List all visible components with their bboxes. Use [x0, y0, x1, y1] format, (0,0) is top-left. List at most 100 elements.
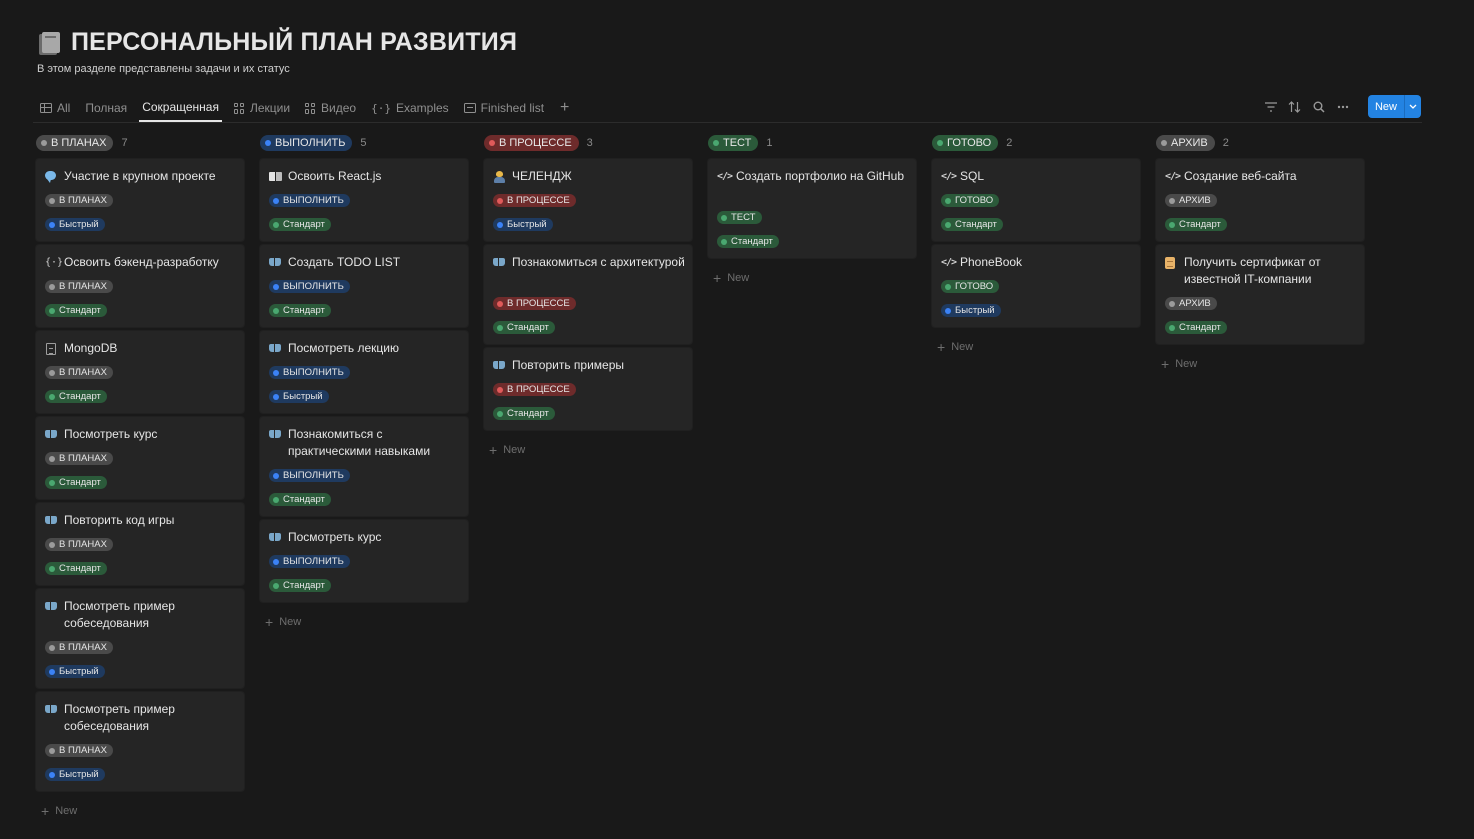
tab-lectures[interactable]: Лекции — [231, 94, 293, 122]
tag-label: Стандарт — [1179, 322, 1221, 333]
card-status-tag[interactable]: ВЫПОЛНИТЬ — [269, 469, 350, 482]
task-card[interactable]: MongoDB В ПЛАНАХ Стандарт — [36, 331, 244, 413]
books-icon — [37, 30, 61, 56]
task-card[interactable]: Освоить React.js ВЫПОЛНИТЬ Стандарт — [260, 159, 468, 241]
chevron-down-icon[interactable] — [1404, 95, 1421, 118]
card-speed-tag[interactable]: Стандарт — [45, 304, 107, 317]
tag-label: В ПРОЦЕССЕ — [507, 298, 570, 309]
task-card[interactable]: {·} Освоить бэкенд-разработку В ПЛАНАХ Стан… — [36, 245, 244, 327]
card-speed-tag[interactable]: Быстрый — [45, 218, 105, 231]
task-card[interactable]: Повторить примеры В ПРОЦЕССЕ Стандарт — [484, 348, 692, 430]
card-status-tag[interactable]: АРХИВ — [1165, 297, 1217, 310]
add-card-button[interactable]: + New — [265, 614, 301, 630]
column-status-pill[interactable]: ВЫПОЛНИТЬ — [260, 134, 353, 151]
card-title: Посмотреть курс — [288, 530, 382, 544]
card-speed-tag[interactable]: Стандарт — [493, 321, 555, 334]
column-status-pill[interactable]: ГОТОВО — [932, 134, 999, 151]
task-card[interactable]: Познакомиться с практическими навыками ВЫ… — [260, 417, 468, 516]
card-status-tag[interactable]: В ПЛАНАХ — [45, 744, 113, 757]
card-speed-tag[interactable]: Быстрый — [941, 304, 1001, 317]
card-speed-tag[interactable]: Быстрый — [493, 218, 553, 231]
more-icon[interactable] — [1336, 96, 1350, 118]
card-speed-tag[interactable]: Быстрый — [45, 665, 105, 678]
add-card-button[interactable]: + New — [713, 270, 749, 286]
book-icon — [269, 430, 281, 438]
braces-icon: {·} — [371, 101, 391, 115]
tag-dot — [1169, 324, 1175, 331]
column-status-pill[interactable]: ТЕСТ — [708, 134, 759, 151]
column-status-pill[interactable]: В ПЛАНАХ — [36, 134, 114, 151]
card-status-tag[interactable]: В ПЛАНАХ — [45, 452, 113, 465]
sort-icon[interactable] — [1288, 96, 1302, 118]
column-status-pill[interactable]: В ПРОЦЕССЕ — [484, 134, 579, 151]
task-card[interactable]: ЧЕЛЕНДЖ В ПРОЦЕССЕ Быстрый — [484, 159, 692, 241]
card-speed-tag[interactable]: Стандарт — [717, 235, 779, 248]
tab-full[interactable]: Полная — [73, 94, 130, 238]
card-speed-tag[interactable]: Стандарт — [45, 562, 107, 575]
card-speed-tag[interactable]: Стандарт — [45, 390, 107, 403]
new-button[interactable]: New — [1367, 95, 1404, 118]
code-icon: </> — [717, 171, 733, 182]
task-card[interactable]: Посмотреть лекцию ВЫПОЛНИТЬ Быстрый — [260, 331, 468, 413]
card-title: Участие в крупном проекте — [64, 169, 216, 183]
add-card-button[interactable]: + New — [1161, 356, 1197, 372]
task-card[interactable]: </> Создание веб-сайта АРХИВ Стандарт — [1156, 159, 1364, 241]
tag-dot — [497, 300, 503, 307]
card-speed-tag[interactable]: Стандарт — [269, 493, 331, 506]
card-speed-tag[interactable]: Стандарт — [45, 476, 107, 489]
task-card[interactable]: Посмотреть пример собеседования В ПЛАНАХ Б… — [36, 692, 244, 791]
tab-examples[interactable]: {·} Examples — [368, 94, 452, 122]
card-speed-tag[interactable]: Стандарт — [269, 579, 331, 592]
card-speed-tag[interactable]: Стандарт — [1165, 218, 1227, 231]
task-card[interactable]: Получить сертификат от известной IT-комп… — [1156, 245, 1364, 344]
task-card[interactable]: Создать TODO LIST ВЫПОЛНИТЬ Стандарт — [260, 245, 468, 327]
card-speed-tag[interactable]: Быстрый — [269, 390, 329, 403]
tab-video[interactable]: Видео — [302, 94, 359, 122]
tag-label: ВЫПОЛНИТЬ — [283, 281, 344, 292]
card-status-tag[interactable]: В ПЛАНАХ — [45, 280, 113, 293]
column-status-pill[interactable]: АРХИВ — [1156, 134, 1215, 151]
add-card-label: New — [55, 805, 78, 817]
tab-all[interactable]: All — [37, 94, 73, 122]
task-card[interactable]: </> PhoneBook ГОТОВО Быстрый — [932, 245, 1140, 327]
search-icon[interactable] — [1312, 96, 1326, 118]
card-status-tag[interactable]: ВЫПОЛНИТЬ — [269, 280, 350, 293]
task-card[interactable]: Познакомиться с архитектурой В ПРОЦЕССЕ Ст… — [484, 245, 692, 344]
card-speed-tag[interactable]: Стандарт — [1165, 321, 1227, 334]
add-card-button[interactable]: + New — [937, 339, 973, 355]
tab-short[interactable]: Сокращенная — [73, 94, 222, 238]
card-speed-tag[interactable]: Стандарт — [269, 218, 331, 231]
task-card[interactable]: Посмотреть курс ВЫПОЛНИТЬ Стандарт — [260, 520, 468, 602]
card-speed-tag[interactable]: Стандарт — [493, 407, 555, 420]
card-status-tag[interactable]: ВЫПОЛНИТЬ — [269, 194, 350, 207]
card-status-tag[interactable]: В ПРОЦЕССЕ — [493, 383, 576, 396]
add-card-button[interactable]: + New — [41, 803, 77, 819]
task-card[interactable]: Участие в крупном проекте В ПЛАНАХ Быстрый — [36, 159, 244, 241]
task-card[interactable]: </> SQL ГОТОВО Стандарт — [932, 159, 1140, 241]
card-speed-tag[interactable]: Стандарт — [941, 218, 1003, 231]
card-status-tag[interactable]: АРХИВ — [1165, 194, 1217, 207]
task-card[interactable]: Повторить код игры В ПЛАНАХ Стандарт — [36, 503, 244, 585]
card-status-tag[interactable]: ГОТОВО — [941, 280, 1000, 293]
card-status-tag[interactable]: В ПЛАНАХ — [45, 366, 113, 379]
add-view-button[interactable]: + — [556, 99, 573, 117]
card-speed-tag[interactable]: Стандарт — [269, 304, 331, 317]
card-title: SQL — [960, 169, 985, 183]
card-status-tag[interactable]: В ПРОЦЕССЕ — [493, 297, 576, 310]
filter-icon[interactable] — [1264, 96, 1278, 118]
card-status-tag[interactable]: В ПЛАНАХ — [45, 641, 113, 654]
add-card-button[interactable]: + New — [489, 442, 525, 458]
card-status-tag[interactable]: ТЕСТ — [717, 211, 762, 224]
card-status-tag[interactable]: ВЫПОЛНИТЬ — [269, 366, 350, 379]
card-status-tag[interactable]: ГОТОВО — [941, 194, 1000, 207]
card-status-tag[interactable]: ВЫПОЛНИТЬ — [269, 555, 350, 568]
column-header: ГОТОВО 2 — [932, 134, 1140, 151]
task-card[interactable]: </> Создать портфолио на GitHub ТЕСТ Станда… — [708, 159, 916, 258]
card-status-tag[interactable]: В ПЛАНАХ — [45, 538, 113, 551]
card-status-tag[interactable]: В ПРОЦЕССЕ — [493, 194, 576, 207]
tab-finished-list[interactable]: Finished list — [461, 94, 547, 122]
card-speed-tag[interactable]: Быстрый — [45, 768, 105, 781]
card-status-tag[interactable]: В ПЛАНАХ — [45, 194, 113, 207]
task-card[interactable]: Посмотреть пример собеседования В ПЛАНАХ Б… — [36, 589, 244, 688]
task-card[interactable]: Посмотреть курс В ПЛАНАХ Стандарт — [36, 417, 244, 499]
